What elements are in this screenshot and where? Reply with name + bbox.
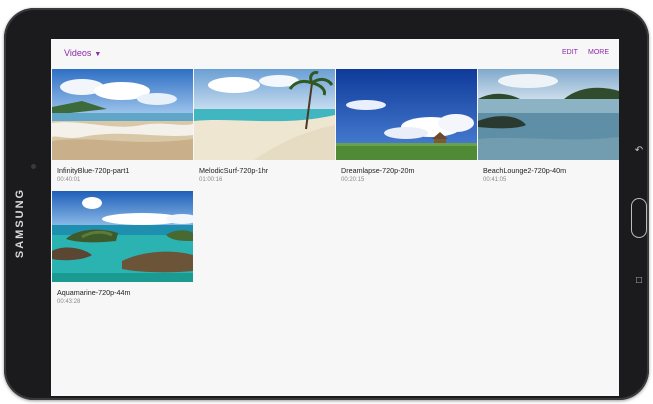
edit-button[interactable]: EDIT — [562, 49, 578, 56]
back-key-icon[interactable]: ↶ — [634, 146, 644, 156]
videos-dropdown[interactable]: Videos ▼ — [64, 48, 101, 58]
app-bar: Videos ▼ EDIT MORE — [51, 39, 619, 67]
video-thumbnail — [478, 69, 619, 160]
video-item[interactable]: InfinityBlue-720p-part1 00:40:01 — [52, 69, 193, 183]
video-title: BeachLounge2-720p-40m — [483, 166, 567, 175]
tablet-device: SAMSUNG ↶ □ Videos ▼ EDIT MORE InfinityB… — [4, 8, 649, 400]
video-item[interactable]: Dreamlapse-720p-20m 00:20:15 — [336, 69, 477, 183]
videos-dropdown-label: Videos — [64, 48, 92, 58]
video-item[interactable]: MelodicSurf-720p-1hr 01:00:16 — [194, 69, 335, 183]
video-duration: 01:00:16 — [199, 177, 223, 183]
video-duration: 00:20:15 — [341, 177, 365, 183]
video-thumbnail — [194, 69, 335, 160]
more-button[interactable]: MORE — [588, 49, 609, 56]
video-title: Aquamarine-720p-44m — [57, 288, 131, 297]
screen: Videos ▼ EDIT MORE InfinityBlue-720p-par… — [51, 39, 619, 396]
recent-apps-icon[interactable]: □ — [634, 276, 644, 286]
video-duration: 00:43:28 — [57, 299, 81, 305]
front-camera — [31, 164, 36, 169]
video-thumbnail — [336, 69, 477, 160]
video-item[interactable]: BeachLounge2-720p-40m 00:41:05 — [478, 69, 619, 183]
video-thumbnail — [52, 191, 193, 282]
home-button[interactable] — [631, 198, 647, 238]
video-thumbnail — [52, 69, 193, 160]
video-title: MelodicSurf-720p-1hr — [199, 166, 269, 175]
brand-logo: SAMSUNG — [14, 187, 26, 259]
video-title: Dreamlapse-720p-20m — [341, 166, 415, 175]
video-duration: 00:40:01 — [57, 177, 81, 183]
video-duration: 00:41:05 — [483, 177, 507, 183]
video-title: InfinityBlue-720p-part1 — [57, 166, 130, 175]
video-item[interactable]: Aquamarine-720p-44m 00:43:28 — [52, 191, 193, 305]
dropdown-caret-icon: ▼ — [94, 51, 102, 58]
